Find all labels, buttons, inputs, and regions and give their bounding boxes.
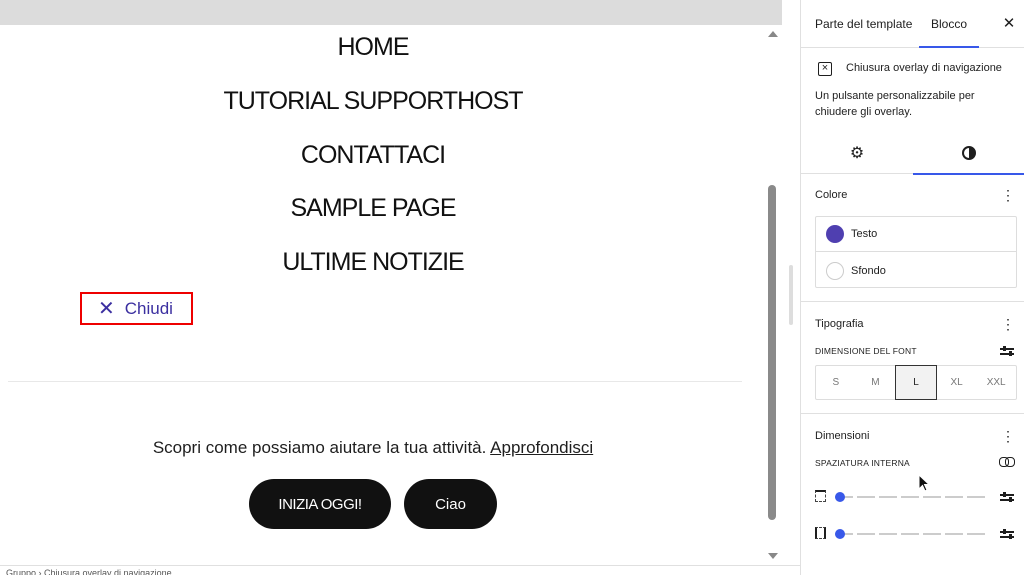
settings-sidebar: Parte del template Blocco ✕ × Chiusura o… [800, 0, 1024, 575]
typography-options-kebab-icon[interactable]: ⋮ [1001, 317, 1015, 331]
text-color-swatch [826, 225, 844, 243]
padding-vertical-track[interactable] [835, 496, 987, 498]
background-color-swatch [826, 261, 844, 280]
overlay-close-label: Chiudi [124, 298, 173, 318]
nav-item-contattaci[interactable]: CONTATTACI [0, 141, 746, 170]
padding-vertical-control [815, 490, 1017, 504]
block-description: Un pulsante personalizzabile per chiuder… [815, 90, 975, 118]
padding-label: SPAZIATURA INTERNA [815, 458, 910, 468]
content-divider [8, 381, 742, 382]
color-options-group: Testo Sfondo [815, 216, 1017, 288]
promo-text: Scopri come possiamo aiutare la tua atti… [0, 438, 746, 458]
dimensions-options-kebab-icon[interactable]: ⋮ [1001, 429, 1015, 443]
font-size-picker: S M L XL XXL [815, 365, 1017, 400]
contrast-icon [962, 146, 976, 160]
color-options-kebab-icon[interactable]: ⋮ [1001, 188, 1015, 202]
sidebar-resize-handle[interactable] [789, 265, 793, 325]
font-size-l[interactable]: L [895, 365, 937, 400]
font-size-xxl[interactable]: XXL [976, 366, 1016, 399]
ciao-button[interactable]: Ciao [404, 479, 497, 529]
tab-settings[interactable]: ⚙ [801, 132, 913, 174]
nav-item-ultime-notizie[interactable]: ULTIME NOTIZIE [0, 248, 746, 277]
nav-item-home[interactable]: HOME [0, 33, 746, 62]
padding-horizontal-sliders-icon[interactable] [1000, 529, 1014, 539]
canvas-scrollbar[interactable] [765, 25, 782, 565]
promo-link[interactable]: Approfondisci [490, 438, 593, 457]
typography-panel-title: Tipografia [815, 318, 864, 330]
font-size-m[interactable]: M [856, 366, 896, 399]
background-color-label: Sfondo [851, 264, 886, 277]
padding-top-bottom-icon [815, 490, 826, 502]
padding-horizontal-slider-knob[interactable] [835, 529, 845, 539]
inspector-subtabs: ⚙ [801, 132, 1024, 175]
font-size-custom-sliders-icon[interactable] [1000, 346, 1014, 356]
overlay-close-button[interactable]: ✕ Chiudi [80, 292, 193, 325]
sidebar-tabs: Parte del template Blocco ✕ [801, 0, 1024, 48]
dimensions-panel-title: Dimensioni [815, 430, 870, 442]
text-color-label: Testo [851, 228, 878, 240]
gear-icon: ⚙ [849, 145, 865, 162]
padding-vertical-slider-knob[interactable] [835, 492, 845, 502]
padding-horizontal-track[interactable] [835, 533, 987, 535]
scroll-down-arrow-icon[interactable] [768, 553, 778, 559]
close-sidebar-icon[interactable]: ✕ [999, 14, 1019, 34]
mouse-pointer-icon [918, 474, 931, 492]
nav-item-tutorial[interactable]: TUTORIAL SUPPORTHOST [0, 87, 746, 116]
canvas-top-bar [0, 0, 782, 25]
promo-sentence: Scopri come possiamo aiutare la tua atti… [152, 438, 487, 457]
scrollbar-thumb[interactable] [768, 185, 776, 520]
tab-styles[interactable] [913, 132, 1024, 175]
close-icon: ✕ [98, 297, 115, 320]
block-title: Chiusura overlay di navigazione [846, 62, 1002, 74]
padding-vertical-sliders-icon[interactable] [1000, 492, 1014, 502]
tab-block[interactable]: Blocco [919, 0, 979, 48]
nav-item-sample-page[interactable]: SAMPLE PAGE [0, 194, 746, 223]
background-color-option[interactable]: Sfondo [816, 253, 1016, 288]
editor-canvas: HOME TUTORIAL SUPPORTHOST CONTATTACI SAM… [0, 25, 765, 565]
editor-app: HOME TUTORIAL SUPPORTHOST CONTATTACI SAM… [0, 0, 1024, 575]
scroll-up-arrow-icon[interactable] [768, 31, 778, 37]
font-size-s[interactable]: S [816, 366, 856, 399]
color-panel-title: Colore [815, 189, 848, 201]
block-breadcrumb[interactable]: Gruppo › Chiusura overlay di navigazione [0, 565, 800, 575]
padding-horizontal-control [815, 527, 1017, 541]
padding-left-right-icon [815, 527, 826, 539]
font-size-xl[interactable]: XL [937, 366, 977, 399]
unlink-sides-icon[interactable] [999, 457, 1015, 467]
block-card: × Chiusura overlay di navigazione Un pul… [801, 48, 1024, 132]
close-box-icon: × [818, 62, 832, 76]
start-today-button[interactable]: INIZIA OGGI! [249, 479, 391, 529]
font-size-label: DIMENSIONE DEL FONT [815, 346, 917, 356]
text-color-option[interactable]: Testo [816, 217, 1016, 252]
tab-template-part[interactable]: Parte del template [815, 0, 912, 47]
